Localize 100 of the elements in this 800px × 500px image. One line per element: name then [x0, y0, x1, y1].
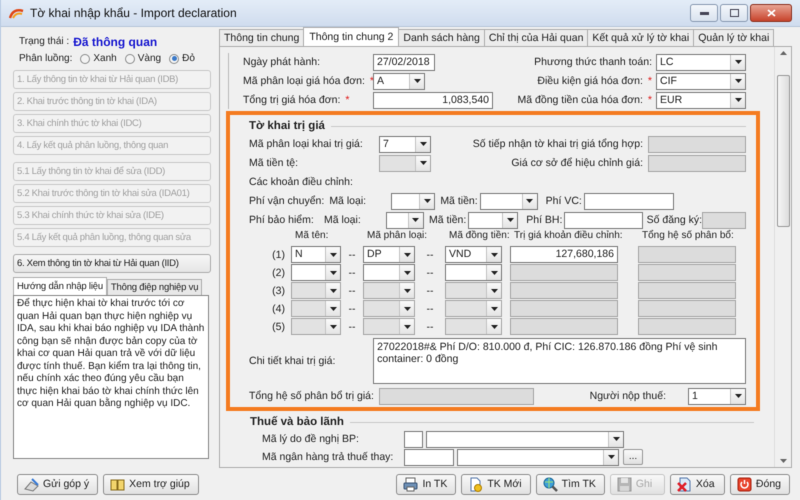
dropdown[interactable] [468, 212, 518, 228]
toolbar-button[interactable]: Xóa [670, 474, 725, 494]
dropdown[interactable]: 1 [688, 388, 746, 404]
dropdown[interactable] [291, 264, 341, 281]
tab[interactable]: Kết quả xử lý tờ khai [587, 29, 694, 46]
dropdown[interactable] [445, 264, 502, 281]
feedback-icon [24, 476, 39, 492]
dropdown[interactable] [480, 192, 538, 210]
required-mark: * [345, 94, 350, 106]
amount-field[interactable] [510, 264, 618, 281]
text-field[interactable] [404, 430, 423, 448]
dropdown[interactable] [386, 212, 424, 228]
required-mark: * [648, 75, 652, 87]
browse-button[interactable]: ... [623, 449, 643, 465]
caret-icon [506, 218, 514, 222]
number-field[interactable]: 1,083,540 [373, 92, 493, 108]
dropdown[interactable]: 7 [379, 136, 431, 152]
status-value: Đã thông quan [73, 34, 158, 48]
ratio-field[interactable] [638, 264, 736, 281]
step-button[interactable]: 6. Xem thông tin tờ khai từ Hải quan (IID) [13, 254, 211, 273]
tab[interactable]: Chỉ thị của Hải quan [484, 29, 588, 46]
section-title: Tờ khai trị giá [249, 120, 325, 132]
ratio-field[interactable] [638, 246, 736, 263]
amount-field[interactable] [510, 318, 618, 335]
field-label: Mã loại: [329, 195, 368, 207]
caret-icon [330, 306, 336, 310]
caret-icon [420, 142, 426, 146]
field-label: Phí bảo hiểm: [249, 214, 315, 226]
dropdown[interactable]: CIF [656, 72, 746, 90]
ratio-field[interactable] [638, 318, 736, 335]
amount-field[interactable] [510, 282, 618, 299]
close-icon [766, 9, 776, 17]
field-label: Số tiếp nhận tờ khai trị giá tổng hợp: [472, 138, 643, 150]
column-header: Trị giá khoản điều chỉnh: [513, 230, 624, 243]
close-button[interactable] [750, 4, 792, 22]
toolbar-button[interactable]: In TK [396, 474, 456, 494]
dropdown[interactable] [391, 192, 436, 210]
date-field[interactable]: 27/02/2018 [373, 54, 435, 70]
text-field[interactable] [564, 212, 643, 228]
separator: -- [348, 248, 356, 260]
separator: -- [426, 302, 434, 314]
power-icon [736, 476, 752, 492]
maximize-button[interactable] [720, 4, 748, 22]
caret-icon [734, 60, 742, 64]
dropdown[interactable]: DP [363, 246, 415, 263]
toolbar-button[interactable]: Đóng [730, 474, 790, 494]
toolbar-button[interactable]: TK Mới [461, 474, 531, 494]
radio-option[interactable]: Vàng [124, 53, 162, 64]
caret-icon [490, 252, 498, 256]
field-label: Mã loại: [324, 214, 362, 226]
caret-icon [404, 252, 410, 256]
maximize-icon [730, 9, 738, 17]
dropdown[interactable]: EUR [656, 92, 746, 108]
caret-icon [734, 79, 742, 83]
ratio-field[interactable] [638, 282, 736, 299]
column-header: Mã tên: [294, 230, 330, 243]
dropdown[interactable]: VND [445, 246, 502, 263]
caret-icon [330, 252, 336, 256]
field-label: Phí VC: [546, 195, 583, 207]
field-label: Chi tiết khai trị giá: [249, 355, 336, 367]
tab[interactable]: Hướng dẫn nhập liệu [13, 277, 107, 295]
text-field[interactable] [584, 192, 674, 210]
text-field[interactable] [404, 448, 454, 466]
ratio-field[interactable] [638, 300, 736, 317]
field-label: Phí vận chuyển: [249, 195, 326, 207]
tab[interactable]: Thông tin chung 2 [303, 27, 400, 46]
caret-icon [490, 306, 498, 310]
tab[interactable]: Danh sách hàng [398, 29, 485, 46]
field-label: Phương thức thanh toán: [534, 56, 652, 68]
field-label: Mã ngân hàng trả thuế thay: [262, 451, 394, 463]
scrollbar[interactable] [774, 47, 791, 467]
dropdown[interactable] [457, 448, 619, 466]
text-area[interactable]: 27022018#& Phí D/O: 810.000 đ, Phí CIC: 126.870.186 đồng Phí vệ sinh container: 0 đồng [373, 338, 746, 384]
field-label: Mã tiền: [440, 195, 479, 207]
minimize-button[interactable] [690, 4, 718, 22]
dropdown[interactable] [426, 430, 624, 448]
dropdown[interactable]: A [373, 72, 425, 90]
radio-option[interactable]: Đỏ [169, 53, 195, 64]
dropdown[interactable]: N [291, 246, 341, 263]
dropdown[interactable]: LC [656, 54, 746, 70]
tab[interactable]: Thông điệp nghiệp vụ [106, 279, 202, 295]
separator: -- [348, 320, 356, 332]
row-number: (4) [271, 302, 286, 314]
tab[interactable]: Quản lý tờ khai [693, 29, 774, 46]
radio-option[interactable]: Xanh [80, 53, 117, 64]
minimize-icon [700, 12, 708, 14]
amount-field[interactable]: 127,680,186 [510, 246, 618, 263]
field-label: Mã phân loại khai trị giá: [249, 138, 363, 150]
field-label: Tổng trị giá hóa đơn: [243, 94, 340, 106]
footer-button[interactable]: Xem trợ giúp [103, 474, 199, 494]
field-label: Các khoản điều chỉnh: [249, 176, 353, 188]
field-label: Ngày phát hành: [243, 56, 320, 68]
toolbar-button[interactable]: Tìm TK [536, 474, 605, 494]
tab[interactable]: Thông tin chung [219, 29, 304, 46]
caret-icon [412, 218, 420, 222]
field-label: Phí BH: [526, 214, 564, 226]
amount-field[interactable] [510, 300, 618, 317]
footer-button[interactable]: Gửi góp ý [17, 474, 98, 494]
dropdown[interactable] [363, 264, 415, 281]
section-title: Thuế và bảo lãnh [250, 416, 344, 428]
